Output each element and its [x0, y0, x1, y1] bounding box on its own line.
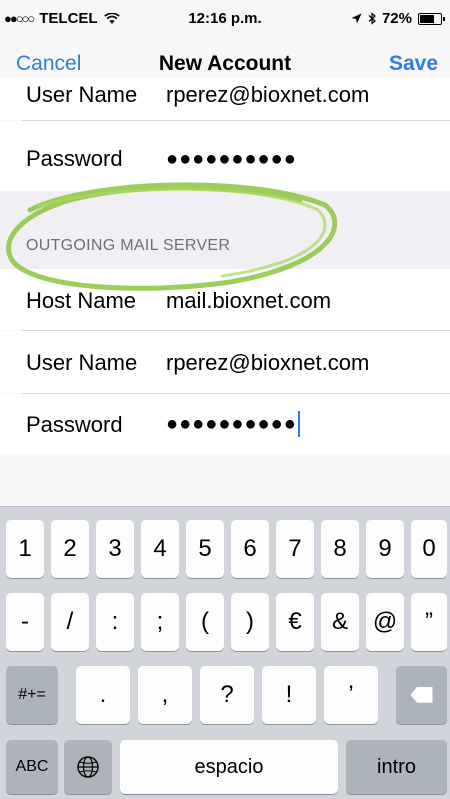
incoming-user-name-row[interactable]: User Name rperez@bioxnet.com [0, 78, 450, 120]
incoming-password-row[interactable]: Password ●●●●●●●●●● [0, 121, 450, 191]
abc-key[interactable]: ABC [6, 740, 58, 794]
key-exclamation[interactable]: ! [262, 666, 316, 724]
outgoing-password-row[interactable]: Password ●●●●●●●●●● [0, 394, 450, 454]
key-8[interactable]: 8 [321, 520, 359, 578]
key-2[interactable]: 2 [51, 520, 89, 578]
outgoing-user-name-field[interactable]: rperez@bioxnet.com [166, 350, 369, 376]
enter-key[interactable]: intro [346, 740, 447, 794]
key-close-paren[interactable]: ) [231, 593, 269, 651]
key-semicolon[interactable]: ; [141, 593, 179, 651]
incoming-user-name-field[interactable]: rperez@bioxnet.com [166, 82, 369, 108]
outgoing-password-dots: ●●●●●●●●●● [166, 413, 297, 435]
key-slash[interactable]: / [51, 593, 89, 651]
outgoing-host-name-field[interactable]: mail.bioxnet.com [166, 288, 331, 314]
outgoing-password-label: Password [26, 412, 123, 437]
outgoing-host-name-label: Host Name [26, 288, 137, 313]
outgoing-host-name-row[interactable]: Host Name mail.bioxnet.com [0, 269, 450, 330]
key-question[interactable]: ? [200, 666, 254, 724]
key-euro[interactable]: € [276, 593, 314, 651]
outgoing-user-name-label: User Name [26, 350, 138, 375]
backspace-icon [410, 686, 433, 703]
key-0[interactable]: 0 [411, 520, 447, 578]
incoming-password-label: Password [26, 146, 123, 171]
save-button[interactable]: Save [389, 52, 438, 76]
outgoing-password-field[interactable]: ●●●●●●●●●● [166, 410, 300, 438]
key-comma[interactable]: , [138, 666, 192, 724]
incoming-password-field[interactable]: ●●●●●●●●●● [166, 148, 297, 171]
status-bar: ●●○○○ TELCEL 12:16 p.m. 72% [0, 0, 450, 38]
key-1[interactable]: 1 [6, 520, 44, 578]
key-4[interactable]: 4 [141, 520, 179, 578]
keyboard: 1 2 3 4 5 6 7 8 9 0 - / : ; ( ) € & @ ” … [0, 506, 450, 799]
globe-key[interactable] [64, 740, 112, 794]
status-right: 72% [351, 10, 445, 27]
key-apostrophe[interactable]: ’ [324, 666, 378, 724]
more-symbols-key[interactable]: #+= [6, 666, 58, 724]
key-3[interactable]: 3 [96, 520, 134, 578]
incoming-user-name-label: User Name [26, 82, 138, 107]
key-colon[interactable]: : [96, 593, 134, 651]
backspace-key[interactable] [396, 666, 447, 724]
key-period[interactable]: . [76, 666, 130, 724]
key-9[interactable]: 9 [366, 520, 404, 578]
key-quote[interactable]: ” [411, 593, 447, 651]
key-at[interactable]: @ [366, 593, 404, 651]
space-key[interactable]: espacio [120, 740, 338, 794]
outgoing-section-header: OUTGOING MAIL SERVER [0, 191, 450, 269]
globe-icon [77, 756, 99, 778]
page-title: New Account [158, 52, 292, 75]
key-hyphen[interactable]: - [6, 593, 44, 651]
key-7[interactable]: 7 [276, 520, 314, 578]
battery-level-fill [420, 14, 434, 23]
text-cursor [297, 411, 300, 438]
key-5[interactable]: 5 [186, 520, 224, 578]
outgoing-user-name-row[interactable]: User Name rperez@bioxnet.com [0, 331, 450, 393]
battery-percent: 72% [381, 10, 412, 27]
key-ampersand[interactable]: & [321, 593, 359, 651]
battery-icon [418, 12, 445, 25]
key-6[interactable]: 6 [231, 520, 269, 578]
outgoing-section-header-text: OUTGOING MAIL SERVER [26, 237, 231, 254]
location-arrow-icon [351, 13, 362, 24]
bluetooth-icon [368, 12, 376, 25]
key-open-paren[interactable]: ( [186, 593, 224, 651]
